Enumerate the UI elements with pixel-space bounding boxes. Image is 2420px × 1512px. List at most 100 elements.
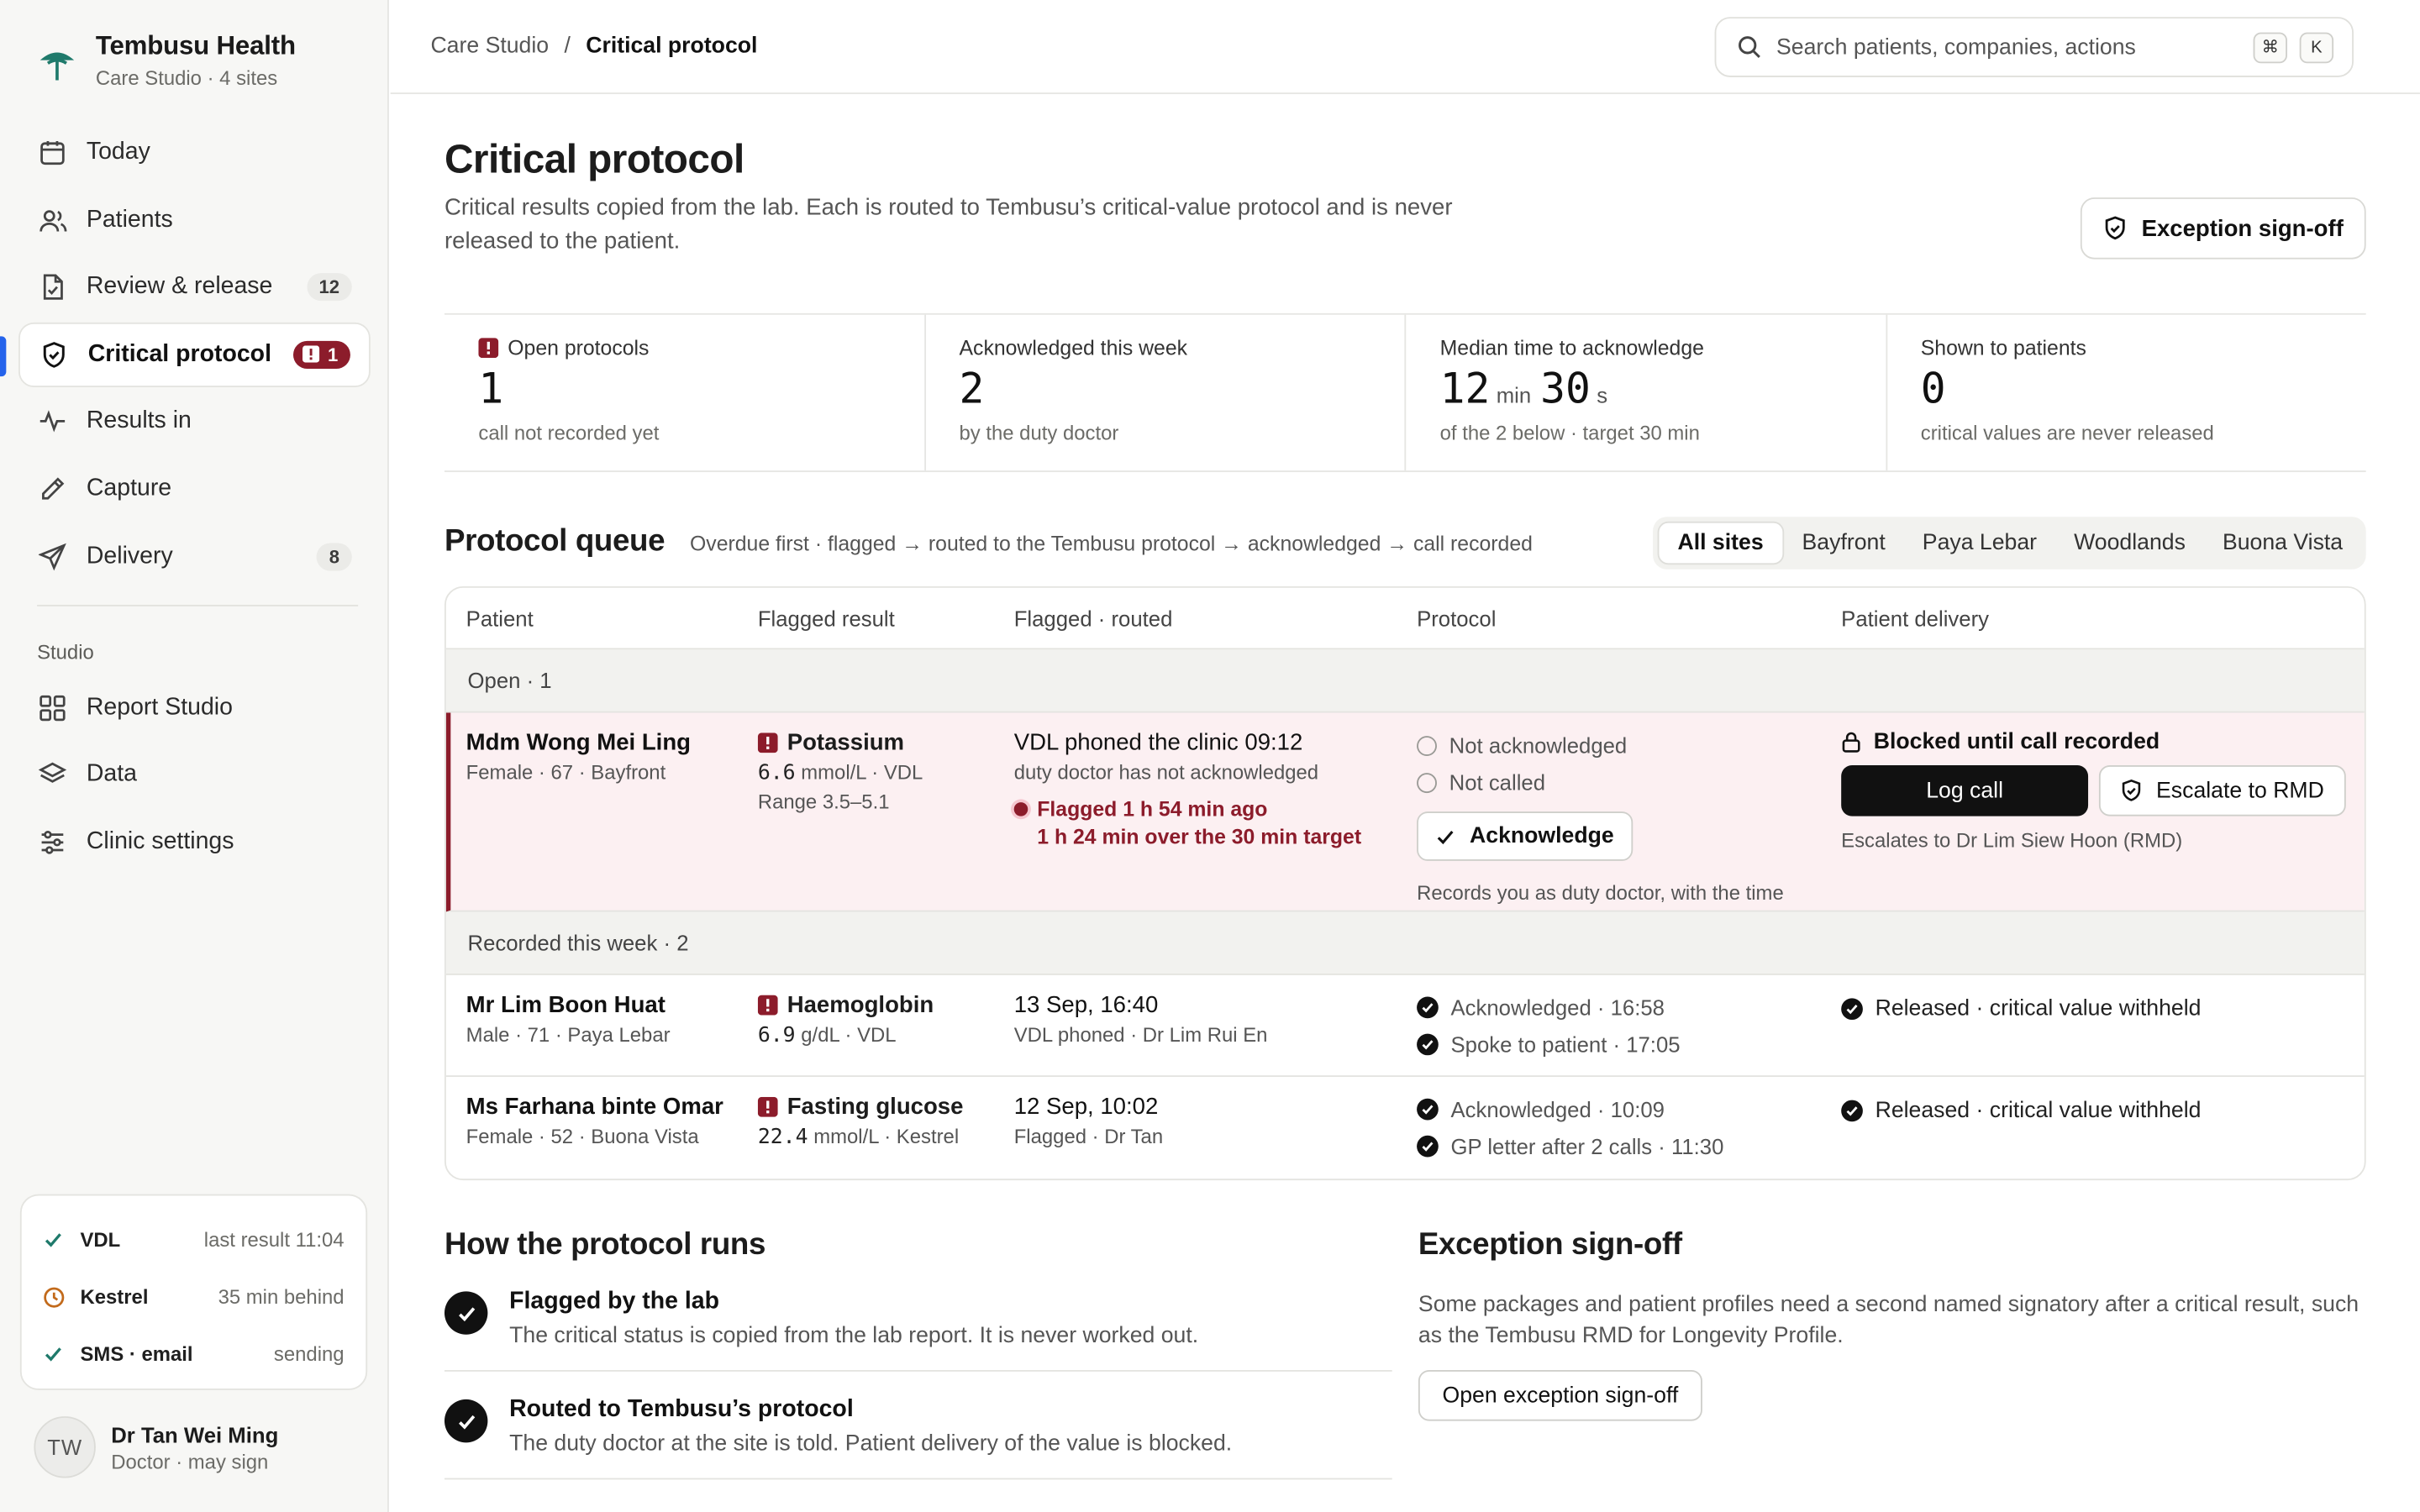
nav-label: Review & release (86, 273, 273, 300)
column-header-patient[interactable]: Patient (466, 606, 534, 630)
alert-icon (757, 1096, 778, 1117)
protocol-step-label: Acknowledged · 10:09 (1450, 1096, 1665, 1122)
open-exception-sign-off-button[interactable]: Open exception sign-off (1418, 1369, 1702, 1421)
breadcrumb-root[interactable]: Care Studio (430, 34, 549, 58)
nav-item-delivery[interactable]: Delivery 8 (18, 524, 371, 589)
nav-item-capture[interactable]: Capture (18, 457, 371, 522)
table-row[interactable]: Ms Farhana binte Omar Female · 52 · Buon… (446, 1077, 2365, 1179)
exception-description: Some packages and patient profiles need … (1418, 1293, 2360, 1349)
step-desc: The duty doctor at the site is told. Pat… (509, 1431, 1233, 1457)
alert-icon (757, 995, 778, 1016)
integration-status-card: VDL last result 11:04 Kestrel 35 min beh… (19, 1194, 368, 1390)
critical-count-badge: 1 (293, 340, 350, 369)
user-profile[interactable]: TW Dr Tan Wei Ming Doctor · may sign (34, 1416, 278, 1478)
column-header-flagged-result[interactable]: Flagged result (758, 606, 895, 630)
stat-median-time: Median time to acknowledge 12 min 30 s of t… (1406, 314, 1887, 471)
protocol-step-call: Not called (1417, 764, 1784, 801)
overdue-notice: Flagged 1 h 54 min ago 1 h 24 min over th… (1013, 796, 1362, 852)
overdue-over-target: 1 h 24 min over the 30 min target (1037, 825, 1362, 849)
delivery-released: Released · critical value withheld (1841, 1099, 2201, 1123)
nav-item-critical-protocol[interactable]: Critical protocol 1 (0, 322, 371, 387)
delivery-cell: Blocked until call recorded Log call Esc… (1841, 730, 2346, 852)
patient-cell: Mr Lim Boon Huat Male · 71 · Paya Lebar (466, 992, 671, 1046)
nav-item-results-in[interactable]: Results in (18, 390, 371, 454)
delivery-cell: Released · critical value withheld (1841, 997, 2201, 1021)
empty-circle-icon (1417, 735, 1437, 756)
protocol-cell: Acknowledged · 16:58 Spoke to patient · … (1417, 989, 1681, 1063)
main-nav: Today Patients Review & release 12 Criti… (0, 120, 371, 877)
patient-meta: Female · 67 · Bayfront (466, 760, 666, 785)
delivery-actions: Log call Escalate to RMD (1841, 765, 2346, 816)
protocol-step-label: Not acknowledged (1449, 732, 1628, 758)
filter-paya-lebar[interactable]: Paya Lebar (1904, 522, 2055, 564)
check-circle-icon (1841, 998, 1863, 1021)
nav-label: Report Studio (86, 693, 233, 720)
patient-cell: Mdm Wong Mei Ling Female · 67 · Bayfront (466, 730, 691, 784)
delivery-blocked: Blocked until call recorded (1841, 730, 2346, 754)
protocol-cell: Not acknowledged Not called Acknowledge … (1417, 727, 1784, 904)
exception-button-label: Exception sign-off (2141, 215, 2344, 242)
table-row-critical[interactable]: Mdm Wong Mei Ling Female · 67 · Bayfront… (445, 712, 2365, 912)
search-input[interactable] (1776, 34, 2241, 60)
users-icon (37, 205, 68, 236)
filter-bayfront[interactable]: Bayfront (1784, 522, 1904, 564)
pen-icon (37, 474, 68, 505)
result-unit: mmol/L · Kestrel (813, 1124, 960, 1148)
search-box[interactable]: ⌘ K (1714, 17, 2354, 77)
acknowledge-button[interactable]: Acknowledge (1417, 811, 1634, 861)
result-value: 22.4 mmol/L · Kestrel (758, 1125, 964, 1149)
log-call-button[interactable]: Log call (1841, 765, 2089, 816)
status-name: VDL (80, 1228, 121, 1252)
filter-all-sites[interactable]: All sites (1657, 521, 1784, 565)
nav-item-clinic-settings[interactable]: Clinic settings (18, 810, 371, 874)
nav-item-patients[interactable]: Patients (18, 187, 371, 252)
status-row-sms-email: SMS · email sending (43, 1326, 345, 1383)
critical-count: 1 (327, 344, 339, 365)
stat-label-text: Open protocols (508, 336, 650, 360)
filter-buona-vista[interactable]: Buona Vista (2204, 522, 2361, 564)
step-title: Routed to Tembusu’s protocol (509, 1396, 854, 1423)
brand[interactable]: Tembusu Health Care Studio · 4 sites (37, 31, 296, 90)
exception-sign-off-button[interactable]: Exception sign-off (2080, 197, 2366, 260)
status-name: Kestrel (80, 1284, 149, 1309)
user-name: Dr Tan Wei Ming (111, 1421, 279, 1446)
nav-item-report-studio[interactable]: Report Studio (18, 675, 371, 740)
nav-item-today[interactable]: Today (18, 120, 371, 185)
status-value: sending (273, 1341, 345, 1366)
column-header-patient-delivery[interactable]: Patient delivery (1841, 606, 1989, 630)
alert-icon (757, 732, 778, 753)
delivery-cell: Released · critical value withheld (1841, 1099, 2201, 1123)
k-key-hint: K (2299, 31, 2334, 63)
escalate-to-rmd-button[interactable]: Escalate to RMD (2098, 765, 2346, 816)
nav-label: Capture (86, 475, 172, 501)
user-role: Doctor · may sign (111, 1449, 269, 1473)
flag-title: 13 Sep, 16:40 (1013, 991, 1159, 1019)
nav-item-review-release[interactable]: Review & release 12 (18, 255, 371, 319)
patient-name[interactable]: Mdm Wong Mei Ling (466, 730, 691, 756)
table-row[interactable]: Mr Lim Boon Huat Male · 71 · Paya Lebar … (445, 975, 2365, 1078)
overdue-elapsed: Flagged 1 h 54 min ago (1037, 797, 1268, 822)
column-header-protocol[interactable]: Protocol (1417, 606, 1496, 630)
result-cell: Fasting glucose 22.4 mmol/L · Kestrel (757, 1094, 964, 1149)
filter-woodlands[interactable]: Woodlands (2055, 522, 2204, 564)
result-label: Haemoglobin (786, 991, 934, 1019)
command-key-hint: ⌘ (2253, 31, 2287, 63)
nav-item-data[interactable]: Data (18, 743, 371, 807)
patient-name[interactable]: Mr Lim Boon Huat (466, 992, 671, 1018)
protocol-step-call: GP letter after 2 calls · 11:30 (1417, 1128, 1723, 1165)
protocol-cell: Acknowledged · 10:09 GP letter after 2 c… (1417, 1091, 1723, 1165)
escalate-note: Escalates to Dr Lim Siew Hoon (RMD) (1841, 828, 2183, 852)
clock-icon (43, 1286, 71, 1308)
layers-icon (37, 759, 68, 790)
patient-name[interactable]: Ms Farhana binte Omar (466, 1094, 723, 1120)
result-unit: mmol/L · VDL (801, 760, 923, 785)
step-flagged: Flagged by the lab The critical status i… (444, 1263, 1392, 1372)
check-circle-icon (1841, 1100, 1863, 1122)
page-title: Critical protocol (444, 135, 744, 182)
nav-section-studio: Studio (37, 639, 94, 663)
site-filter: All sites Bayfront Paya Lebar Woodlands … (1653, 517, 2366, 570)
check-icon (43, 1344, 71, 1364)
result-number: 6.6 (757, 760, 796, 785)
column-header-flagged-routed[interactable]: Flagged · routed (1014, 606, 1173, 630)
step-desc: The critical status is copied from the l… (509, 1323, 1199, 1349)
